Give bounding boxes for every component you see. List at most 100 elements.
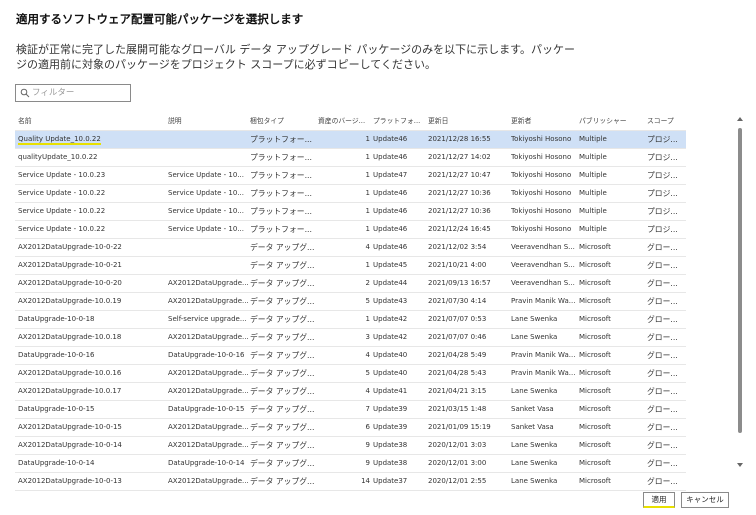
cell-updated-by: Lane Swenka xyxy=(511,387,558,395)
cell-name: AX2012DataUpgrade-10-0-22 xyxy=(18,243,122,251)
scroll-down-arrow-icon[interactable] xyxy=(735,460,745,470)
table-row[interactable]: AX2012DataUpgrade-10.0.17 AX2012DataUpgra… xyxy=(15,383,686,401)
cell-name: DataUpgrade-10-0-16 xyxy=(18,351,95,359)
table-row[interactable]: Service Update - 10.0.23 Service Update -… xyxy=(15,167,686,185)
cell-type: データ アップグ... xyxy=(250,279,315,288)
cell-platform: Update42 xyxy=(373,315,408,323)
cell-updated: 2021/12/27 10:36 xyxy=(428,189,491,197)
package-table: 名前 説明 梱包タイプ 資産のバージ... プラットフォ... 更新日 更新者 … xyxy=(15,113,686,491)
cell-asset-version: 1 xyxy=(365,315,370,323)
cell-asset-version: 6 xyxy=(365,423,370,431)
cell-name: DataUpgrade-10-0-15 xyxy=(18,405,95,413)
cancel-button[interactable]: キャンセル xyxy=(681,492,729,508)
cell-updated: 2021/10/21 4:00 xyxy=(428,261,487,269)
cell-asset-version: 14 xyxy=(361,477,370,485)
cell-description: AX2012DataUpgrade... xyxy=(168,387,248,395)
cell-asset-version: 1 xyxy=(365,153,370,161)
cell-description: DataUpgrade-10-0-16 xyxy=(168,351,245,359)
table-row[interactable]: AX2012DataUpgrade-10-0-22 データ アップグ... 4 Upd… xyxy=(15,239,686,257)
cell-publisher: Microsoft xyxy=(579,369,611,377)
cell-scope: グロー... xyxy=(647,297,678,306)
table-row[interactable]: Service Update - 10.0.22 Service Update -… xyxy=(15,185,686,203)
cell-updated: 2021/04/28 5:43 xyxy=(428,369,487,377)
table-row[interactable]: DataUpgrade-10-0-16 DataUpgrade-10-0-16 デー… xyxy=(15,347,686,365)
cell-type: プラットフォー... xyxy=(250,153,313,162)
cell-publisher: Microsoft xyxy=(579,279,611,287)
cell-updated-by: Lane Swenka xyxy=(511,315,558,323)
cell-platform: Update46 xyxy=(373,243,408,251)
cell-publisher: Multiple xyxy=(579,189,607,197)
column-header-scope[interactable]: スコープ xyxy=(647,113,685,130)
dialog-description: 検証が正常に完了した展開可能なグローバル データ アップグレード パッケージのみ… xyxy=(16,43,576,71)
column-header-type[interactable]: 梱包タイプ xyxy=(250,113,316,130)
cell-name: AX2012DataUpgrade-10-0-15 xyxy=(18,423,122,431)
cell-type: プラットフォー... xyxy=(250,189,313,198)
table-row[interactable]: AX2012DataUpgrade-10.0.16 AX2012DataUpgra… xyxy=(15,365,686,383)
cell-scope: グロー... xyxy=(647,423,678,432)
cell-updated: 2021/12/24 16:45 xyxy=(428,225,491,233)
cell-updated: 2021/04/21 3:15 xyxy=(428,387,487,395)
cell-publisher: Multiple xyxy=(579,225,607,233)
cell-name: DataUpgrade-10-0-14 xyxy=(18,459,95,467)
cell-publisher: Microsoft xyxy=(579,315,611,323)
cell-scope: グロー... xyxy=(647,459,678,468)
filter-input[interactable] xyxy=(32,85,128,101)
scrollbar-thumb[interactable] xyxy=(738,128,742,433)
cell-updated-by: Pravin Manik Wa... xyxy=(511,351,576,359)
cell-updated-by: Tokiyoshi Hosono xyxy=(511,135,572,143)
cell-name: AX2012DataUpgrade-10.0.16 xyxy=(18,369,122,377)
column-header-publisher[interactable]: パブリッシャー xyxy=(579,113,645,130)
cell-type: データ アップグ... xyxy=(250,243,315,252)
column-header-updated-by[interactable]: 更新者 xyxy=(511,113,577,130)
table-row[interactable]: AX2012DataUpgrade-10-0-15 AX2012DataUpgra… xyxy=(15,419,686,437)
table-row[interactable]: DataUpgrade-10-0-14 DataUpgrade-10-0-14 デー… xyxy=(15,455,686,473)
cell-asset-version: 9 xyxy=(365,441,370,449)
cell-platform: Update39 xyxy=(373,423,408,431)
cell-updated-by: Tokiyoshi Hosono xyxy=(511,171,572,179)
cell-publisher: Microsoft xyxy=(579,297,611,305)
filter-box[interactable] xyxy=(15,84,131,102)
table-row[interactable]: AX2012DataUpgrade-10.0.19 AX2012DataUpgra… xyxy=(15,293,686,311)
cell-scope: グロー... xyxy=(647,315,678,324)
cell-scope: グロー... xyxy=(647,441,678,450)
table-row[interactable]: AX2012DataUpgrade-10-0-13 AX2012DataUpgra… xyxy=(15,473,686,491)
table-row[interactable]: DataUpgrade-10-0-15 DataUpgrade-10-0-15 デー… xyxy=(15,401,686,419)
column-header-platform[interactable]: プラットフォ... xyxy=(373,113,425,130)
apply-button[interactable]: 適用 xyxy=(643,492,675,508)
cell-description: AX2012DataUpgrade... xyxy=(168,423,248,431)
cell-publisher: Microsoft xyxy=(579,405,611,413)
table-row[interactable]: Quality Update_10.0.22 プラットフォー... 1 Update4… xyxy=(15,131,686,149)
column-header-asset-version[interactable]: 資産のバージ... xyxy=(318,113,370,130)
cell-description: AX2012DataUpgrade... xyxy=(168,297,248,305)
cell-updated-by: Tokiyoshi Hosono xyxy=(511,207,572,215)
cell-updated-by: Sanket Vasa xyxy=(511,423,554,431)
cell-publisher: Microsoft xyxy=(579,261,611,269)
cell-type: データ アップグ... xyxy=(250,333,315,342)
scroll-up-arrow-icon[interactable] xyxy=(735,114,745,124)
table-row[interactable]: qualityUpdate_10.0.22 プラットフォー... 1 Update46… xyxy=(15,149,686,167)
table-scrollbar[interactable] xyxy=(735,114,745,470)
table-row[interactable]: AX2012DataUpgrade-10-0-21 データ アップグ... 1 Upd… xyxy=(15,257,686,275)
cell-updated-by: Lane Swenka xyxy=(511,441,558,449)
column-header-description[interactable]: 説明 xyxy=(168,113,248,130)
cell-asset-version: 3 xyxy=(365,333,370,341)
cell-name: Service Update - 10.0.22 xyxy=(18,189,106,197)
search-icon xyxy=(20,88,30,98)
cell-updated-by: Pravin Manik Wa... xyxy=(511,297,576,305)
cell-updated: 2021/12/27 10:47 xyxy=(428,171,491,179)
column-header-name[interactable]: 名前 xyxy=(18,113,166,130)
cell-asset-version: 1 xyxy=(365,261,370,269)
table-row[interactable]: DataUpgrade-10-0-18 Self-service upgrade.… xyxy=(15,311,686,329)
table-row[interactable]: AX2012DataUpgrade-10-0-14 AX2012DataUpgra… xyxy=(15,437,686,455)
cell-updated-by: Pravin Manik Wa... xyxy=(511,369,576,377)
cell-name: AX2012DataUpgrade-10-0-20 xyxy=(18,279,122,287)
cell-description: DataUpgrade-10-0-14 xyxy=(168,459,245,467)
column-header-updated[interactable]: 更新日 xyxy=(428,113,510,130)
table-row[interactable]: Service Update - 10.0.22 Service Update -… xyxy=(15,203,686,221)
cell-description: AX2012DataUpgrade... xyxy=(168,333,248,341)
table-row[interactable]: Service Update - 10.0.22 Service Update -… xyxy=(15,221,686,239)
table-row[interactable]: AX2012DataUpgrade-10.0.18 AX2012DataUpgra… xyxy=(15,329,686,347)
table-row[interactable]: AX2012DataUpgrade-10-0-20 AX2012DataUpgra… xyxy=(15,275,686,293)
cell-platform: Update46 xyxy=(373,135,408,143)
cell-type: プラットフォー... xyxy=(250,207,313,216)
